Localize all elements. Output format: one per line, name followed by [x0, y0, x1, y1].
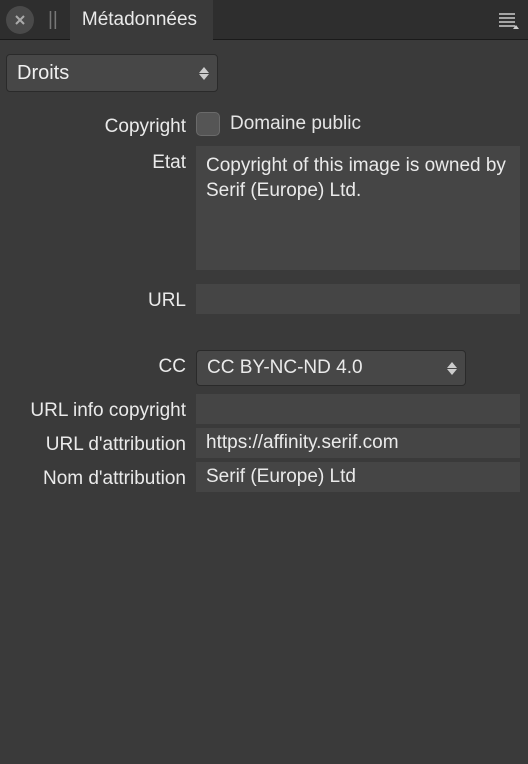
- state-label: Etat: [8, 146, 196, 174]
- public-domain-checkbox[interactable]: [196, 112, 220, 136]
- panel-menu-button[interactable]: [494, 6, 522, 34]
- close-button[interactable]: [6, 6, 34, 34]
- copyright-info-url-label: URL info copyright: [8, 394, 196, 422]
- stepper-arrows-icon: [447, 362, 457, 375]
- section-dropdown[interactable]: Droits: [6, 54, 218, 92]
- attribution-url-label: URL d'attribution: [8, 428, 196, 456]
- separator: ||: [48, 9, 58, 31]
- row-attribution-url: URL d'attribution: [8, 428, 520, 458]
- row-attribution-name: Nom d'attribution: [8, 462, 520, 492]
- row-url: URL: [8, 284, 520, 314]
- row-copyright-info-url: URL info copyright: [8, 394, 520, 424]
- close-icon: [13, 13, 27, 27]
- form-area: Copyright Domaine public Etat URL CC CC …: [0, 100, 528, 508]
- state-textarea[interactable]: [196, 146, 520, 270]
- attribution-name-input[interactable]: [196, 462, 520, 492]
- public-domain-label: Domaine public: [230, 113, 361, 135]
- attribution-url-input[interactable]: [196, 428, 520, 458]
- attribution-name-label: Nom d'attribution: [8, 462, 196, 490]
- section-dropdown-value: Droits: [17, 62, 199, 85]
- row-cc: CC CC BY-NC-ND 4.0: [8, 350, 520, 386]
- tab-label: Métadonnées: [82, 9, 197, 31]
- cc-label: CC: [8, 350, 196, 378]
- row-state: Etat: [8, 146, 520, 276]
- url-label: URL: [8, 284, 196, 312]
- stepper-arrows-icon: [199, 67, 209, 80]
- panel-header: || Métadonnées: [0, 0, 528, 40]
- menu-lines-icon: [497, 9, 519, 31]
- copyright-info-url-input[interactable]: [196, 394, 520, 424]
- url-input[interactable]: [196, 284, 520, 314]
- row-copyright: Copyright Domaine public: [8, 110, 520, 138]
- copyright-label: Copyright: [8, 110, 196, 138]
- section-selector-row: Droits: [0, 40, 528, 100]
- cc-dropdown-value: CC BY-NC-ND 4.0: [207, 357, 447, 379]
- cc-dropdown[interactable]: CC BY-NC-ND 4.0: [196, 350, 466, 386]
- tab-metadata[interactable]: Métadonnées: [70, 0, 213, 40]
